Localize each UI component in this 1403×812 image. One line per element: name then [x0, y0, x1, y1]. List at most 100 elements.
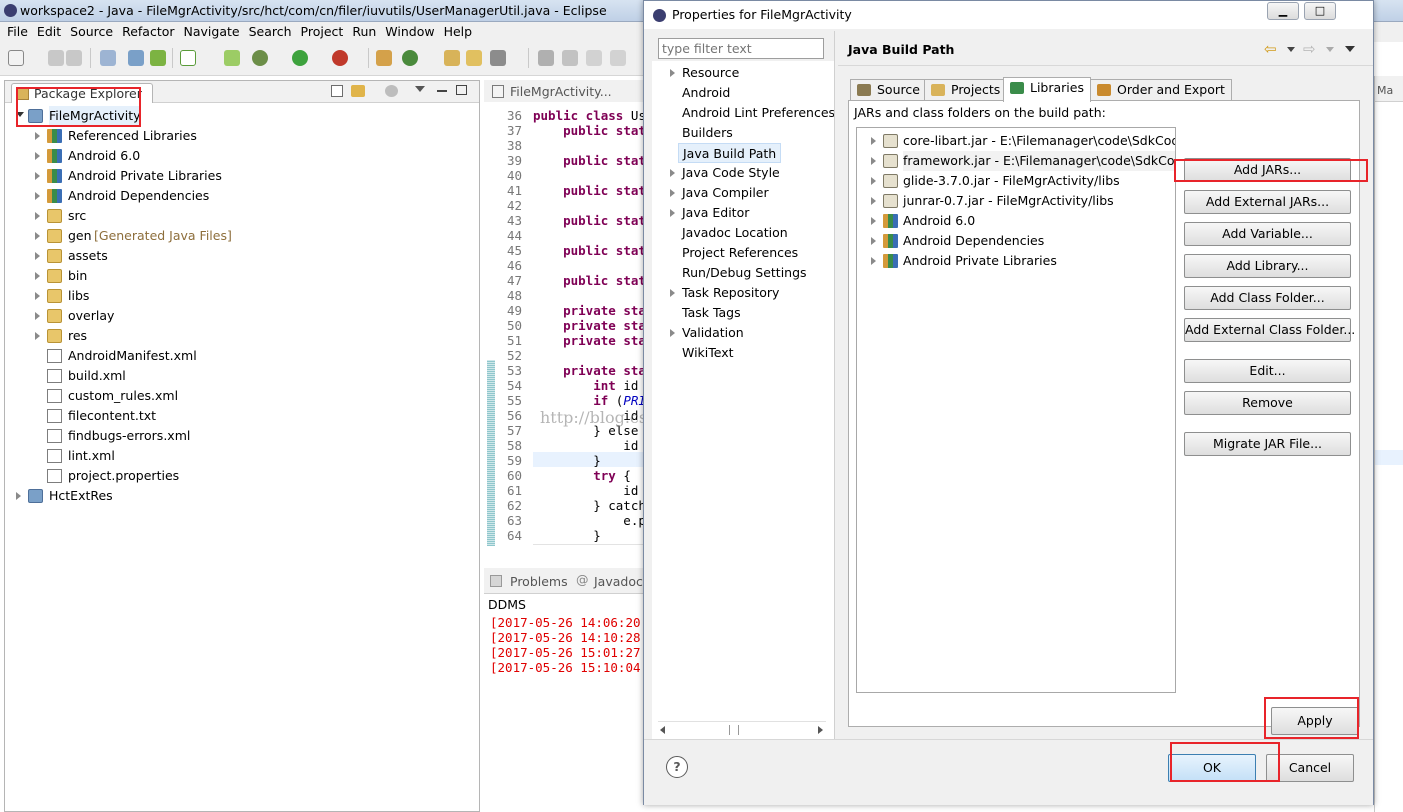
back-icon[interactable]: [586, 50, 602, 66]
nav-item[interactable]: Javadoc Location: [682, 223, 788, 243]
back-dropdown-icon[interactable]: [1287, 47, 1295, 52]
expand-arrow-icon[interactable]: [35, 252, 40, 260]
add-class-folder-button[interactable]: Add Class Folder...: [1184, 286, 1351, 310]
package-tree-item[interactable]: src: [5, 206, 479, 226]
menu-source[interactable]: Source: [63, 22, 113, 39]
expand-arrow-icon[interactable]: [871, 237, 876, 245]
expand-arrow-icon[interactable]: [35, 212, 40, 220]
nav-expand-icon[interactable]: [670, 209, 675, 217]
scroll-right-icon[interactable]: [818, 726, 823, 734]
new-class-icon[interactable]: [402, 50, 418, 66]
view-menu-icon[interactable]: [415, 86, 425, 92]
tab-problems[interactable]: Problems: [510, 574, 568, 589]
package-tree-item[interactable]: lint.xml: [5, 446, 479, 466]
page-menu-icon[interactable]: [1345, 46, 1355, 52]
nav-item[interactable]: WikiText: [682, 343, 734, 363]
package-tree-item[interactable]: Android Dependencies: [5, 186, 479, 206]
nav-item[interactable]: Android: [682, 83, 730, 103]
nav-item[interactable]: Project References: [682, 243, 798, 263]
maximize-icon[interactable]: [456, 85, 467, 95]
tab-javadoc[interactable]: Javadoc: [594, 574, 643, 589]
filter-input[interactable]: [658, 38, 824, 59]
add-external-class-folder-button[interactable]: Add External Class Folder...: [1184, 318, 1355, 342]
open-folder-icon[interactable]: [466, 50, 482, 66]
expand-arrow-icon[interactable]: [871, 257, 876, 265]
menu-run[interactable]: Run: [345, 22, 376, 39]
nav-expand-icon[interactable]: [670, 69, 675, 77]
focus-icon[interactable]: [385, 85, 398, 97]
expand-arrow-icon[interactable]: [35, 152, 40, 160]
new-package-icon[interactable]: [376, 50, 392, 66]
menu-navigate[interactable]: Navigate: [177, 22, 240, 39]
new-android-icon[interactable]: [224, 50, 240, 66]
package-tree-item[interactable]: assets: [5, 246, 479, 266]
package-tree-item[interactable]: build.xml: [5, 366, 479, 386]
tab-package-explorer[interactable]: Package Explorer: [11, 83, 153, 103]
run-external-icon[interactable]: [332, 50, 348, 66]
new-icon[interactable]: [8, 50, 24, 66]
package-tree-item[interactable]: gen [Generated Java Files]: [5, 226, 479, 246]
search-icon[interactable]: [490, 50, 506, 66]
collapse-all-icon[interactable]: [331, 85, 343, 97]
pencil-icon[interactable]: [562, 50, 578, 66]
expand-arrow-icon[interactable]: [35, 172, 40, 180]
run-icon[interactable]: [292, 50, 308, 66]
ok-button[interactable]: OK: [1168, 754, 1256, 782]
save-all-icon[interactable]: [66, 50, 82, 66]
menu-window[interactable]: Window: [378, 22, 434, 39]
minimize-icon[interactable]: [437, 90, 447, 92]
menu-search[interactable]: Search: [242, 22, 292, 39]
menu-project[interactable]: Project: [294, 22, 344, 39]
dialog-split-divider[interactable]: [834, 31, 835, 741]
menu-file[interactable]: File: [0, 22, 28, 39]
expand-arrow-icon[interactable]: [871, 177, 876, 185]
package-tree-item[interactable]: Referenced Libraries: [5, 126, 479, 146]
nav-item[interactable]: Resource: [682, 63, 739, 83]
expand-arrow-icon[interactable]: [35, 232, 40, 240]
nav-expand-icon[interactable]: [670, 169, 675, 177]
nav-item[interactable]: Validation: [682, 323, 744, 343]
project-item[interactable]: FileMgrActivity: [5, 106, 479, 126]
expand-arrow-icon[interactable]: [35, 312, 40, 320]
package-tree-item[interactable]: Android Private Libraries: [5, 166, 479, 186]
expand-arrow-icon[interactable]: [35, 292, 40, 300]
package-tree-item[interactable]: libs: [5, 286, 479, 306]
menu-refactor[interactable]: Refactor: [115, 22, 174, 39]
package-tree-item[interactable]: bin: [5, 266, 479, 286]
tab-libraries[interactable]: Libraries: [1003, 77, 1091, 102]
package-tree-item[interactable]: Android 6.0: [5, 146, 479, 166]
menu-edit[interactable]: Edit: [30, 22, 61, 39]
horizontal-scrollbar[interactable]: [533, 544, 654, 558]
tab-source[interactable]: Source: [850, 79, 927, 101]
minimize-button[interactable]: ▁: [1267, 2, 1299, 20]
expand-arrow-icon[interactable]: [35, 132, 40, 140]
nav-item[interactable]: Task Tags: [682, 303, 741, 323]
pin-icon[interactable]: [100, 50, 116, 66]
expand-arrow-icon[interactable]: [35, 332, 40, 340]
migrate-jar-file-button[interactable]: Migrate JAR File...: [1184, 432, 1351, 456]
scroll-left-icon[interactable]: [660, 726, 665, 734]
nav-expand-icon[interactable]: [670, 329, 675, 337]
expand-arrow-icon[interactable]: [871, 157, 876, 165]
annotation-icon[interactable]: [538, 50, 554, 66]
nav-item[interactable]: Java Compiler: [682, 183, 769, 203]
expand-arrow-icon[interactable]: [871, 137, 876, 145]
tab-order-and-export[interactable]: Order and Export: [1090, 79, 1232, 101]
cancel-button[interactable]: Cancel: [1266, 754, 1354, 782]
expand-arrow-icon[interactable]: [871, 217, 876, 225]
apply-button[interactable]: Apply: [1271, 707, 1359, 735]
android-sdk-icon[interactable]: [150, 50, 166, 66]
add-jars-button[interactable]: Add JARs...: [1184, 158, 1351, 182]
nav-expand-icon[interactable]: [670, 289, 675, 297]
expand-arrow-icon[interactable]: [871, 197, 876, 205]
link-with-editor-icon[interactable]: [351, 85, 365, 97]
nav-item[interactable]: Android Lint Preferences: [682, 103, 835, 123]
help-icon[interactable]: ?: [666, 756, 688, 778]
forward-icon[interactable]: [610, 50, 626, 66]
add-external-jars-button[interactable]: Add External JARs...: [1184, 190, 1351, 214]
forward-dropdown-icon[interactable]: [1326, 47, 1334, 52]
editor-tab-label[interactable]: FileMgrActivity...: [510, 84, 612, 99]
checkbox-icon[interactable]: [180, 50, 196, 66]
expand-arrow-icon[interactable]: [35, 272, 40, 280]
code-editor[interactable]: 36 public class Use 37 public stati 38 39 pu…: [484, 102, 654, 560]
